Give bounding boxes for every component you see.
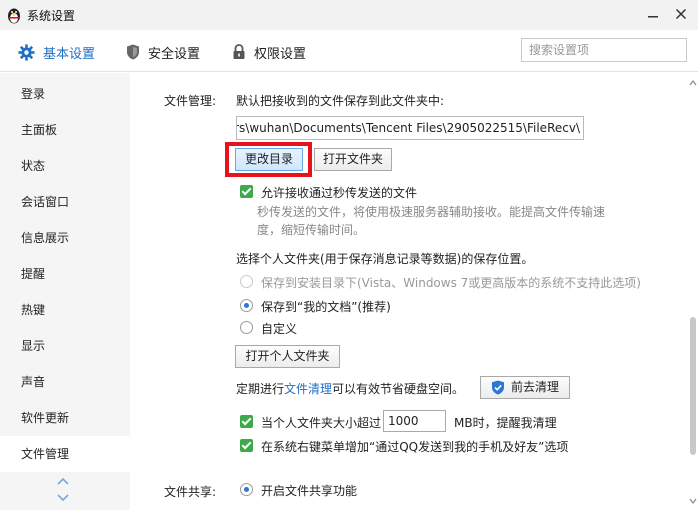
sidebar-item-login[interactable]: 登录 <box>0 76 130 112</box>
qq-penguin-icon <box>8 8 20 24</box>
sidebar-item-label: 显示 <box>21 339 46 353</box>
tab-permission-settings-label: 权限设置 <box>254 46 307 62</box>
sidebar-item-label: 状态 <box>21 159 46 173</box>
enable-file-share-radio[interactable] <box>240 483 253 496</box>
scrollbar-thumb[interactable] <box>690 317 696 455</box>
sidebar-item-label: 信息展示 <box>21 231 70 245</box>
context-menu-checkbox[interactable] <box>240 439 253 452</box>
scroll-down-arrow-icon[interactable] <box>689 497 697 505</box>
instant-transfer-hint: 秒传发送的文件，将使用极速服务器辅助接收。能提高文件传输速度，缩短传输时间。 <box>257 205 606 237</box>
close-button[interactable] <box>670 4 692 26</box>
cleanup-prefix: 定期进行 <box>236 382 285 396</box>
sidebar-item-sound[interactable]: 声音 <box>0 364 130 400</box>
sidebar-item-display[interactable]: 显示 <box>0 328 130 364</box>
shield-icon <box>127 44 139 60</box>
sidebar-item-label: 登录 <box>21 87 46 101</box>
file-cleanup-link[interactable]: 文件清理 <box>284 382 332 396</box>
sidebar-item-main-panel[interactable]: 主面板 <box>0 112 130 148</box>
lock-icon <box>233 44 245 59</box>
shield-check-icon <box>491 380 504 395</box>
go-cleanup-button[interactable]: 前去清理 <box>480 376 570 399</box>
download-path-field[interactable]: C:\Users\wuhan\Documents\Tencent Files\2… <box>236 116 584 140</box>
go-cleanup-label: 前去清理 <box>510 380 559 394</box>
save-to-my-documents-radio[interactable] <box>240 299 253 312</box>
sidebar-item-status[interactable]: 状态 <box>0 148 130 184</box>
sidebar-item-label: 声音 <box>21 375 46 389</box>
allow-instant-transfer-label: 允许接收通过秒传发送的文件 <box>261 186 418 200</box>
size-reminder-suffix: MB时，提醒我清理 <box>454 416 557 430</box>
custom-location-label: 自定义 <box>261 322 298 336</box>
personal-folder-description: 选择个人文件夹(用于保存消息记录等数据)的保存位置。 <box>236 252 534 266</box>
content-scrollbar[interactable] <box>688 73 698 510</box>
open-folder-button[interactable]: 打开文件夹 <box>314 148 392 171</box>
cleanup-suffix: 可以有效节省硬盘空间。 <box>332 382 465 396</box>
sidebar-item-hotkeys[interactable]: 热键 <box>0 292 130 328</box>
custom-location-radio[interactable] <box>240 321 253 334</box>
search-input[interactable] <box>521 38 687 62</box>
sidebar-item-info-display[interactable]: 信息展示 <box>0 220 130 256</box>
scroll-up-arrow-icon[interactable] <box>689 79 697 87</box>
sidebar-item-file-management[interactable]: 文件管理 <box>0 436 130 472</box>
sidebar-item-chat-window[interactable]: 会话窗口 <box>0 184 130 220</box>
file-management-section-label: 文件管理: <box>164 94 217 108</box>
cleanup-description: 定期进行文件清理可以有效节省硬盘空间。 <box>236 380 464 397</box>
default-save-description: 默认把接收到的文件保存到此文件夹中: <box>236 94 445 108</box>
size-reminder-prefix: 当个人文件夹大小超过 <box>261 416 382 430</box>
tab-basic-settings[interactable]: 基本设置 <box>18 41 95 63</box>
sidebar-scroll-down-icon[interactable] <box>56 492 70 502</box>
window-title: 系统设置 <box>27 9 76 23</box>
sidebar-item-label: 主面板 <box>21 123 58 137</box>
context-menu-label: 在系统右键菜单增加“通过QQ发送到我的手机及好友”选项 <box>261 440 569 454</box>
sidebar-item-reminder[interactable]: 提醒 <box>0 256 130 292</box>
size-reminder-checkbox[interactable] <box>240 415 253 428</box>
save-to-install-dir-label: 保存到安装目录下(Vista、Windows 7或更高版本的系统不支持此选项) <box>261 276 641 290</box>
title-bar: 系统设置 <box>0 0 698 30</box>
tab-security-settings[interactable]: 安全设置 <box>126 41 200 63</box>
save-to-my-documents-label: 保存到“我的文档”(推荐) <box>261 300 391 314</box>
tab-basic-settings-label: 基本设置 <box>43 46 96 62</box>
settings-content: 文件管理: 默认把接收到的文件保存到此文件夹中: C:\Users\wuhan\… <box>130 73 698 510</box>
minimize-button[interactable] <box>642 4 664 26</box>
minimize-icon <box>648 16 658 18</box>
settings-tab-bar: 基本设置 安全设置 权限设置 <box>0 30 698 72</box>
sidebar-item-label: 提醒 <box>21 267 46 281</box>
tab-permission-settings[interactable]: 权限设置 <box>232 41 306 63</box>
sidebar-item-label: 软件更新 <box>21 411 70 425</box>
enable-file-share-label: 开启文件共享功能 <box>261 484 358 498</box>
download-path-value: C:\Users\wuhan\Documents\Tencent Files\2… <box>237 121 580 135</box>
sidebar-item-label: 文件管理 <box>21 447 70 461</box>
sidebar-item-software-update[interactable]: 软件更新 <box>0 400 130 436</box>
highlight-box <box>225 142 312 177</box>
settings-sidebar: 登录 主面板 状态 会话窗口 信息展示 提醒 热键 显示 声音 软件更新 文件管… <box>0 73 130 510</box>
open-personal-folder-button[interactable]: 打开个人文件夹 <box>235 345 340 368</box>
gear-icon <box>18 43 35 61</box>
sidebar-scroll-up-icon[interactable] <box>56 477 70 487</box>
save-to-install-dir-radio[interactable] <box>240 275 253 288</box>
size-threshold-input[interactable] <box>383 410 446 432</box>
sidebar-item-label: 会话窗口 <box>21 195 70 209</box>
tab-security-settings-label: 安全设置 <box>148 46 201 62</box>
file-share-section-label: 文件共享: <box>164 485 217 499</box>
close-icon <box>675 8 687 20</box>
sidebar-item-label: 热键 <box>21 303 46 317</box>
allow-instant-transfer-checkbox[interactable] <box>240 185 253 198</box>
